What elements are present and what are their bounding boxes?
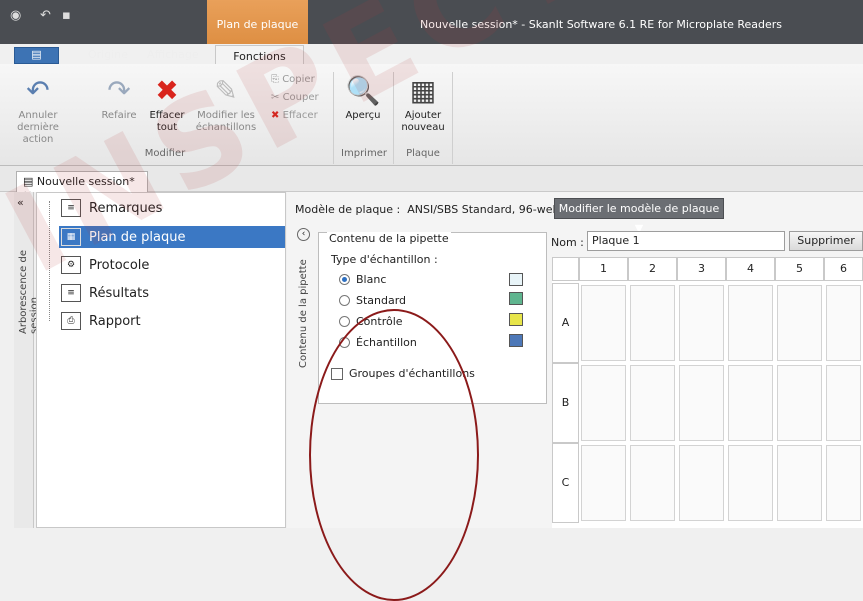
pipette-title: Contenu de la pipette [327, 232, 451, 245]
collapse-pipette-icon[interactable]: ‹ [297, 228, 310, 241]
plate-well[interactable] [826, 445, 861, 521]
plate-well[interactable] [630, 285, 675, 361]
column-header[interactable]: 3 [677, 257, 726, 281]
save-qa-icon[interactable]: ▪ [62, 8, 71, 23]
plate-well[interactable] [630, 445, 675, 521]
collapse-icon[interactable]: « [17, 196, 24, 209]
edit-pencil-icon: ✎ [214, 74, 238, 107]
plate-well[interactable] [826, 365, 861, 441]
plate-well[interactable] [679, 285, 724, 361]
pipette-content-box: Contenu de la pipette Type d'échantillon… [318, 232, 547, 404]
delete-button[interactable]: ✖ Effacer [271, 110, 318, 121]
redo-button[interactable]: ↷ Refaire [96, 76, 142, 122]
radio-controle[interactable]: Contrôle [339, 315, 403, 328]
results-icon: ≡ [61, 284, 81, 302]
radio-standard[interactable]: Standard [339, 294, 406, 307]
swatch-blanc [509, 273, 523, 286]
tab-origine[interactable]: Origine [88, 48, 128, 64]
tree-item-protocole[interactable]: ⚙ Protocole [61, 254, 149, 276]
pipette-collapsed-bar[interactable]: ‹ Contenu de la pipette [295, 226, 317, 528]
app-icon[interactable]: ◉ [10, 8, 21, 23]
preview-icon: 🔍 [345, 74, 381, 107]
tree-item-rapport[interactable]: ⎙ Rapport [61, 310, 141, 332]
notes-icon: ≡ [61, 199, 81, 217]
ribbon-separator [452, 72, 453, 164]
add-plate-button[interactable]: ▦ Ajouter nouveau [398, 76, 448, 134]
group-imprimer-label: Imprimer [341, 148, 387, 159]
clear-all-button[interactable]: ✖ Effacer tout [144, 76, 190, 134]
plate-layout-panel: Modèle de plaque : ANSI/SBS Standard, 96… [287, 192, 863, 601]
ribbon-separator [393, 72, 394, 164]
row-header[interactable]: A [552, 283, 579, 363]
preview-button[interactable]: 🔍 Aperçu [339, 76, 387, 122]
ribbon-separator [333, 72, 334, 164]
row-header[interactable]: C [552, 443, 579, 523]
plate-icon: ▦ [61, 228, 81, 246]
plate-well[interactable] [679, 445, 724, 521]
sample-type-label: Type d'échantillon : [331, 253, 438, 266]
tab-affichage[interactable]: Affichage [147, 48, 199, 64]
session-tree-collapsed-bar[interactable]: « Arborescence de session [14, 192, 40, 528]
tree-item-resultats[interactable]: ≡ Résultats [61, 282, 149, 304]
modify-plate-model-button[interactable]: Modifier le modèle de plaque ▼ [554, 198, 724, 235]
copy-button[interactable]: ⎘ Copier [271, 74, 315, 85]
plate-well[interactable] [728, 445, 773, 521]
plate-grid-icon: ▦ [409, 74, 437, 107]
column-header[interactable]: 6 [824, 257, 863, 281]
plate-well[interactable] [581, 445, 626, 521]
sample-groups-checkbox[interactable]: Groupes d'échantillons [331, 367, 475, 380]
column-header[interactable]: 1 [579, 257, 628, 281]
report-icon: ⎙ [61, 312, 81, 330]
plate-well[interactable] [728, 285, 773, 361]
plate-well[interactable] [777, 365, 822, 441]
tree-item-remarques[interactable]: ≡ Remarques [61, 197, 162, 219]
protocol-icon: ⚙ [61, 256, 81, 274]
window-title: Nouvelle session* - SkanIt Software 6.1 … [420, 18, 783, 31]
group-plaque-label: Plaque [406, 148, 440, 159]
ribbon-tabs: ▤ Origine Affichage Fonctions [0, 34, 863, 68]
swatch-echantillon [509, 334, 523, 347]
plate-well[interactable] [630, 365, 675, 441]
plate-well[interactable] [679, 365, 724, 441]
undo-icon: ↶ [26, 74, 50, 107]
cut-button[interactable]: ✂ Couper [271, 92, 319, 103]
plate-name-label: Nom : [551, 236, 584, 249]
group-modifier-label: Modifier [144, 148, 186, 159]
delete-plate-button[interactable]: Supprimer [789, 231, 863, 251]
session-tree: ≡ Remarques ▦ Plan de plaque ⚙ Protocole ≡ R… [36, 192, 286, 528]
plate-well[interactable] [777, 445, 822, 521]
grid-corner [552, 257, 579, 281]
file-tab[interactable]: ▤ [14, 47, 59, 64]
plate-well[interactable] [581, 365, 626, 441]
document-tab[interactable]: ▤ Nouvelle session* × [16, 171, 148, 201]
contextual-tab-label: Plan de plaque [216, 18, 299, 31]
swatch-standard [509, 292, 523, 305]
row-header[interactable]: B [552, 363, 579, 443]
swatch-controle [509, 313, 523, 326]
plate-well[interactable] [728, 365, 773, 441]
document-icon: ▤ [23, 175, 34, 188]
plate-well[interactable] [777, 285, 822, 361]
ribbon: ↶ Annuler dernière action ↷ Refaire ✖ Ef… [0, 64, 863, 166]
column-header[interactable]: 5 [775, 257, 824, 281]
column-header[interactable]: 2 [628, 257, 677, 281]
plate-name-input[interactable]: Plaque 1 [587, 231, 785, 251]
clear-x-icon: ✖ [155, 74, 179, 107]
undo-qa-icon[interactable]: ↶ [40, 8, 51, 23]
plate-well[interactable] [826, 285, 861, 361]
undo-button[interactable]: ↶ Annuler dernière action [8, 76, 68, 146]
column-header[interactable]: 4 [726, 257, 775, 281]
radio-blanc[interactable]: Blanc [339, 273, 386, 286]
modify-samples-button[interactable]: ✎ Modifier les échantillons [194, 76, 258, 134]
pipette-vertical-title: Contenu de la pipette [298, 259, 309, 368]
plate-model-value: ANSI/SBS Standard, 96-well [407, 203, 559, 216]
tree-item-plan-de-plaque[interactable]: ▦ Plan de plaque [59, 226, 285, 248]
tree-connector [49, 201, 50, 321]
radio-echantillon[interactable]: Échantillon [339, 336, 417, 349]
plate-well[interactable] [581, 285, 626, 361]
plate-model-label: Modèle de plaque : ANSI/SBS Standard, 96… [295, 203, 559, 216]
plate-grid: 1 2 3 4 5 6 A B C [552, 257, 863, 528]
redo-icon: ↷ [107, 74, 131, 107]
document-tab-strip: ▤ Nouvelle session* × [0, 166, 863, 201]
